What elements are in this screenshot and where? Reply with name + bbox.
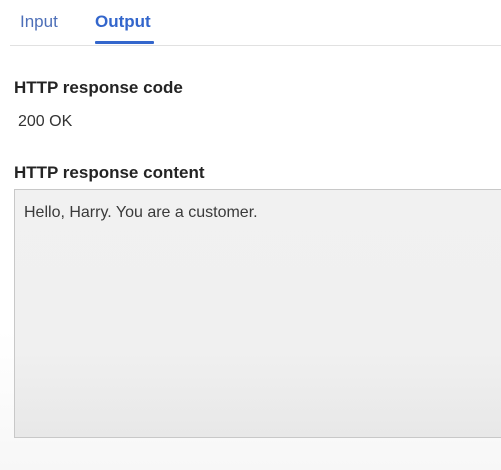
tab-output[interactable]: Output xyxy=(95,12,151,32)
response-content-text: Hello, Harry. You are a customer. xyxy=(24,204,258,221)
response-code-value: 200 OK xyxy=(18,113,73,130)
selected-tab-indicator xyxy=(95,41,154,44)
response-code-label: HTTP response code xyxy=(14,78,183,97)
response-content-box[interactable]: Hello, Harry. You are a customer. xyxy=(14,189,501,438)
output-panel: Input Output HTTP response code 200 OK H… xyxy=(0,0,501,470)
response-content-label: HTTP response content xyxy=(14,163,205,182)
tab-bar: Input Output xyxy=(10,0,501,46)
tab-input[interactable]: Input xyxy=(20,12,58,32)
